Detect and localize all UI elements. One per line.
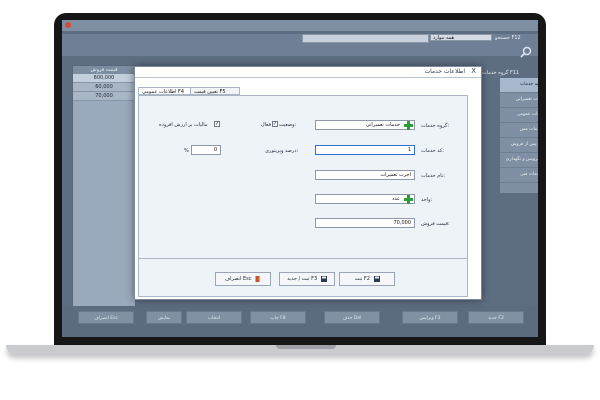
- edit-button[interactable]: ویرایش F3: [402, 311, 458, 324]
- service-info-dialog: اطلاعات خدمات X تعیین قیمت F5 اطلاعات عم…: [134, 66, 482, 300]
- dialog-button-bar: ثبت F2 ثبت / جدید F3 انصراف Esc: [138, 259, 468, 297]
- new-button[interactable]: جدید F2: [468, 311, 524, 324]
- table-row[interactable]: 800,000: [73, 74, 135, 83]
- table-row[interactable]: 70,000: [73, 92, 135, 101]
- search-scope-select[interactable]: همه موارد: [430, 34, 492, 41]
- active-checkbox[interactable]: ✓: [272, 121, 278, 127]
- search-label: جستجو F12: [495, 35, 521, 41]
- vat-checkbox[interactable]: ✓: [214, 121, 220, 127]
- group-item[interactable]: خدمات فنی: [500, 168, 538, 183]
- visitor-percent-label: درصد ویزیتوری:: [265, 148, 299, 154]
- exit-door-icon: [255, 275, 261, 282]
- group-item[interactable]: کلیه خدمات: [500, 78, 538, 93]
- active-label: فعال: [261, 122, 271, 128]
- save-button[interactable]: ثبت F2: [339, 272, 395, 286]
- cancel-button[interactable]: انصراف Esc: [215, 272, 271, 286]
- dialog-title: اطلاعات خدمات: [424, 68, 465, 75]
- sale-price-field[interactable]: 70,000: [315, 218, 415, 228]
- window-close-icon[interactable]: [65, 22, 71, 28]
- select-button[interactable]: انتخاب: [186, 311, 242, 324]
- delete-button[interactable]: حذف Del: [324, 311, 380, 324]
- sale-price-label: قیمت فروش:: [421, 221, 450, 227]
- add-group-plus-icon[interactable]: [404, 121, 413, 130]
- group-item[interactable]: خدمات مس: [500, 123, 538, 138]
- unit-field[interactable]: عدد: [315, 194, 415, 204]
- service-groups-list: کلیه خدمات خدمات تعمیراتی خدمات عمومی خد…: [500, 78, 538, 193]
- status-label: وضعیت:: [279, 122, 297, 128]
- group-item[interactable]: خدمات پس از فروش: [500, 138, 538, 153]
- service-name-field[interactable]: اجرت تعمیرات: [315, 170, 415, 180]
- floppy-icon: [373, 275, 380, 282]
- table-row[interactable]: 60,000: [73, 83, 135, 92]
- service-group-label: گروه خدمات:: [421, 123, 450, 129]
- tab-price[interactable]: تعیین قیمت F5: [190, 87, 240, 95]
- service-name-label: نام خدمات:: [421, 173, 445, 179]
- service-code-field[interactable]: 1: [315, 145, 415, 155]
- dialog-close-icon[interactable]: X: [471, 67, 476, 75]
- visitor-percent-field[interactable]: 0: [191, 145, 221, 155]
- unit-label: واحد:: [421, 197, 433, 203]
- percent-sign: %: [184, 148, 189, 154]
- cancel-label: انصراف Esc: [224, 276, 252, 282]
- save-new-button[interactable]: ثبت / جدید F3: [279, 272, 335, 286]
- add-unit-plus-icon[interactable]: [404, 195, 413, 204]
- floppy-icon: [320, 275, 327, 282]
- show-button[interactable]: نمایش: [146, 311, 182, 324]
- laptop-base: [6, 345, 594, 354]
- dialog-titlebar: اطلاعات خدمات X: [135, 67, 481, 78]
- search-input[interactable]: [302, 34, 429, 43]
- search-icon[interactable]: [520, 46, 532, 58]
- table-header-sale-price: قیمت فروش: [73, 66, 135, 74]
- group-item[interactable]: خدمات عمومی: [500, 108, 538, 123]
- window-titlebar: [62, 20, 538, 31]
- vat-label: مالیات بر ارزش افزوده: [159, 122, 208, 128]
- print-button[interactable]: چاپ F8: [250, 311, 306, 324]
- save-label: ثبت F2: [354, 276, 370, 282]
- services-table: قیمت فروش 800,000 60,000 70,000: [72, 65, 136, 307]
- group-item[interactable]: خدمات سرویس و نگهداری: [500, 153, 538, 168]
- save-new-label: ثبت / جدید F3: [287, 276, 318, 282]
- group-label: گروه خدمات F11: [482, 70, 520, 76]
- group-item[interactable]: خدمات تعمیراتی: [500, 93, 538, 108]
- service-group-field[interactable]: خدمات تعمیراتی: [315, 120, 415, 130]
- tab-general[interactable]: اطلاعات عمومی F4: [138, 87, 191, 95]
- exit-button[interactable]: انصراف Esc: [78, 311, 134, 324]
- general-info-form: گروه خدمات: خدمات تعمیراتی وضعیت: فعال ✓…: [138, 95, 468, 259]
- service-code-label: کد خدمات:: [421, 148, 444, 154]
